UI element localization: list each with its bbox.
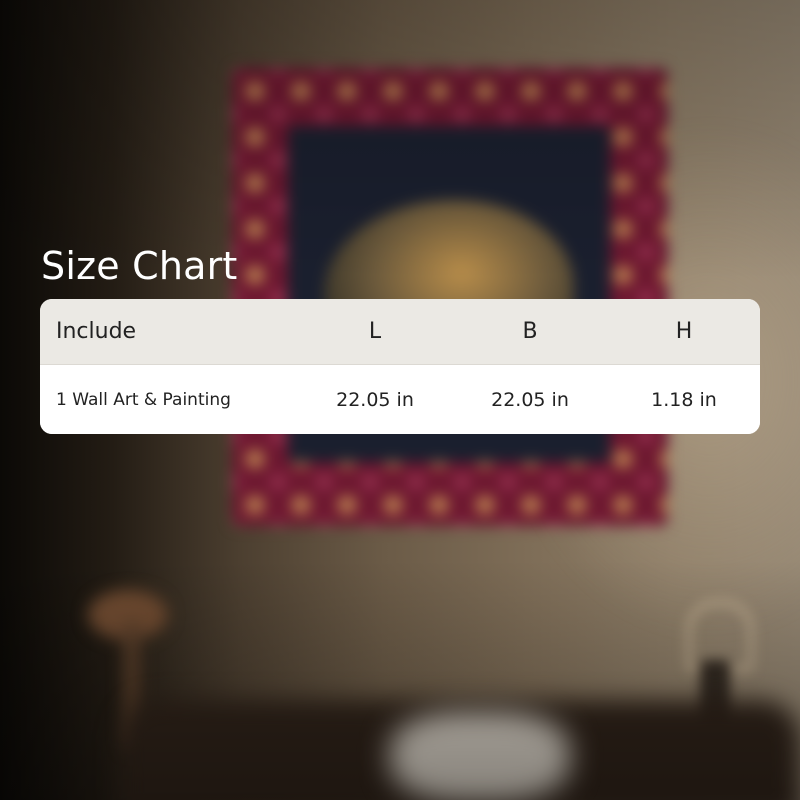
size-chart-table: Include L B H 1 Wall Art & Painting 22.0… (40, 299, 760, 434)
page-title: Size Chart (41, 244, 238, 288)
column-header-height: H (675, 319, 693, 344)
cell-length: 22.05 in (336, 389, 414, 411)
cell-include: 1 Wall Art & Painting (56, 390, 231, 410)
column-header-breadth: B (522, 319, 538, 344)
cell-height: 1.18 in (651, 389, 717, 411)
column-header-length: L (368, 319, 382, 344)
cell-breadth: 22.05 in (491, 389, 569, 411)
table-row: 1 Wall Art & Painting 22.05 in 22.05 in … (40, 365, 760, 434)
table-header-row: Include L B H (40, 299, 760, 365)
column-header-include: Include (56, 319, 137, 344)
